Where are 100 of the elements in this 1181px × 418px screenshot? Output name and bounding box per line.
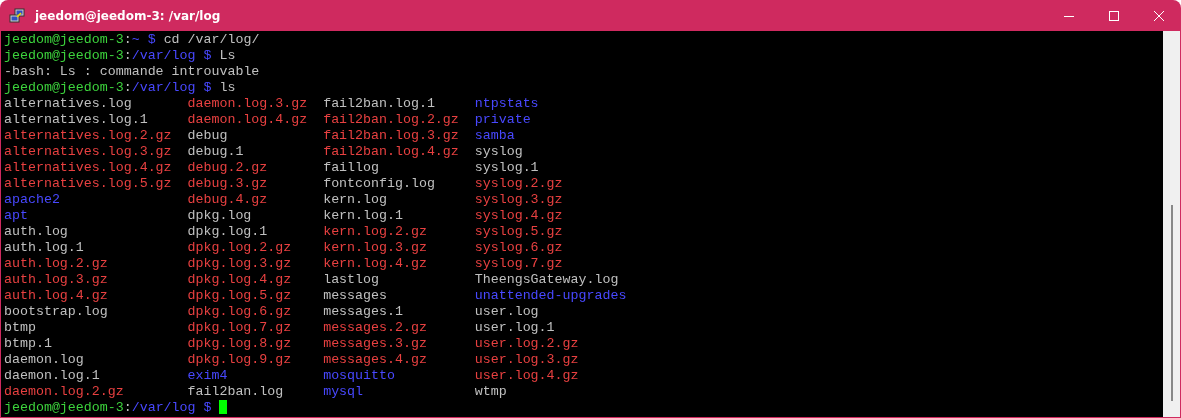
- file-name: syslog.6.gz: [474, 240, 563, 255]
- file-name: daemon.log.2.gz: [4, 384, 124, 399]
- file-name: fail2ban.log.4.gz: [323, 144, 459, 159]
- file-name: auth.log: [4, 224, 68, 239]
- file-name: ntpstats: [474, 96, 539, 111]
- file-name: dpkg.log: [187, 208, 252, 223]
- file-name: apt: [4, 208, 28, 223]
- file-name: samba: [474, 128, 515, 143]
- prompt-user: jeedom@jeedom-3: [4, 32, 124, 47]
- file-name: fontconfig.log: [323, 176, 435, 191]
- command-text: Ls: [219, 48, 236, 63]
- file-name: kern.log: [323, 192, 387, 207]
- file-name: syslog.4.gz: [474, 208, 563, 223]
- prompt-symbol: $: [203, 400, 212, 415]
- file-name: messages.1: [323, 304, 403, 319]
- file-name: auth.log.1: [4, 240, 84, 255]
- file-name: kern.log.4.gz: [323, 256, 427, 271]
- file-name: user.log.2.gz: [474, 336, 579, 351]
- file-name: mosquitto: [323, 368, 395, 383]
- prompt-separator: :: [123, 32, 132, 47]
- prompt-path: /var/log: [131, 80, 196, 95]
- file-name: fail2ban.log.2.gz: [323, 112, 459, 127]
- file-name: alternatives.log: [4, 96, 132, 111]
- prompt-separator: :: [123, 400, 132, 415]
- prompt-path: ~: [131, 32, 140, 47]
- file-name: dpkg.log.4.gz: [187, 272, 292, 287]
- file-name: user.log.3.gz: [474, 352, 579, 367]
- file-name: faillog: [323, 160, 379, 175]
- prompt-user: jeedom@jeedom-3: [4, 400, 124, 415]
- file-name: messages.2.gz: [323, 320, 427, 335]
- file-name: syslog.5.gz: [474, 224, 563, 239]
- file-name: unattended-upgrades: [474, 288, 627, 303]
- prompt-symbol: $: [147, 32, 156, 47]
- file-name: dpkg.log.7.gz: [187, 320, 292, 335]
- file-name: kern.log.2.gz: [323, 224, 427, 239]
- prompt-user: jeedom@jeedom-3: [4, 80, 124, 95]
- file-name: user.log.1: [474, 320, 555, 335]
- file-name: lastlog: [323, 272, 379, 287]
- file-name: dpkg.log.9.gz: [187, 352, 292, 367]
- file-name: alternatives.log.1: [4, 112, 148, 127]
- file-name: auth.log.3.gz: [4, 272, 108, 287]
- scrollbar-thumb[interactable]: [1170, 205, 1173, 401]
- file-name: TheengsGateway.log: [474, 272, 619, 287]
- file-name: bootstrap.log: [4, 304, 108, 319]
- file-name: alternatives.log.5.gz: [4, 176, 172, 191]
- file-name: private: [474, 112, 531, 127]
- prompt-separator: :: [123, 80, 132, 95]
- prompt-symbol: $: [203, 48, 212, 63]
- computers-icon: [9, 7, 25, 24]
- file-name: alternatives.log.2.gz: [4, 128, 172, 143]
- file-name: syslog: [474, 144, 523, 159]
- file-name: messages: [323, 288, 387, 303]
- file-name: user.log.4.gz: [474, 368, 579, 383]
- file-name: fail2ban.log.3.gz: [323, 128, 459, 143]
- file-name: syslog.7.gz: [474, 256, 563, 271]
- file-name: fail2ban.log: [187, 384, 284, 399]
- file-name: syslog.2.gz: [474, 176, 563, 191]
- file-name: debug.1: [187, 144, 244, 159]
- maximize-icon: [1108, 10, 1119, 21]
- file-name: dpkg.log.1: [187, 224, 268, 239]
- file-name: exim4: [187, 368, 228, 383]
- scrollbar[interactable]: [1163, 31, 1180, 417]
- file-name: apache2: [4, 192, 60, 207]
- close-icon: [1153, 10, 1164, 21]
- file-name: auth.log.2.gz: [4, 256, 108, 271]
- file-name: debug.3.gz: [187, 176, 268, 191]
- file-name: syslog.1: [474, 160, 539, 175]
- file-name: kern.log.1: [323, 208, 403, 223]
- command-text: ls: [219, 80, 236, 95]
- file-name: debug.4.gz: [187, 192, 268, 207]
- file-name: mysql: [323, 384, 364, 399]
- prompt-user: jeedom@jeedom-3: [4, 48, 124, 63]
- file-name: fail2ban.log.1: [323, 96, 435, 111]
- file-name: syslog.3.gz: [474, 192, 563, 207]
- file-name: debug.2.gz: [187, 160, 268, 175]
- output-text: -bash: Ls : commande introuvable: [4, 64, 260, 79]
- file-name: dpkg.log.8.gz: [187, 336, 292, 351]
- prompt-path: /var/log: [131, 400, 196, 415]
- file-name: dpkg.log.2.gz: [187, 240, 292, 255]
- file-name: messages.4.gz: [323, 352, 427, 367]
- file-name: alternatives.log.3.gz: [4, 144, 172, 159]
- file-name: auth.log.4.gz: [4, 288, 108, 303]
- file-name: debug: [187, 128, 228, 143]
- file-name: daemon.log.4.gz: [187, 112, 308, 127]
- prompt-separator: :: [123, 48, 132, 63]
- window-title: jeedom@jeedom-3: /var/log: [35, 8, 221, 23]
- file-name: btmp: [4, 320, 36, 335]
- file-name: dpkg.log.6.gz: [187, 304, 292, 319]
- file-name: btmp.1: [4, 336, 52, 351]
- prompt-path: /var/log: [131, 48, 196, 63]
- file-name: daemon.log.3.gz: [187, 96, 308, 111]
- file-name: dpkg.log.5.gz: [187, 288, 292, 303]
- file-name: dpkg.log.3.gz: [187, 256, 292, 271]
- file-name: daemon.log: [4, 352, 84, 367]
- file-name: messages.3.gz: [323, 336, 427, 351]
- file-name: alternatives.log.4.gz: [4, 160, 172, 175]
- prompt-symbol: $: [203, 80, 212, 95]
- command-text: cd /var/log/: [163, 32, 260, 47]
- file-name: daemon.log.1: [4, 368, 100, 383]
- file-name: user.log: [474, 304, 539, 319]
